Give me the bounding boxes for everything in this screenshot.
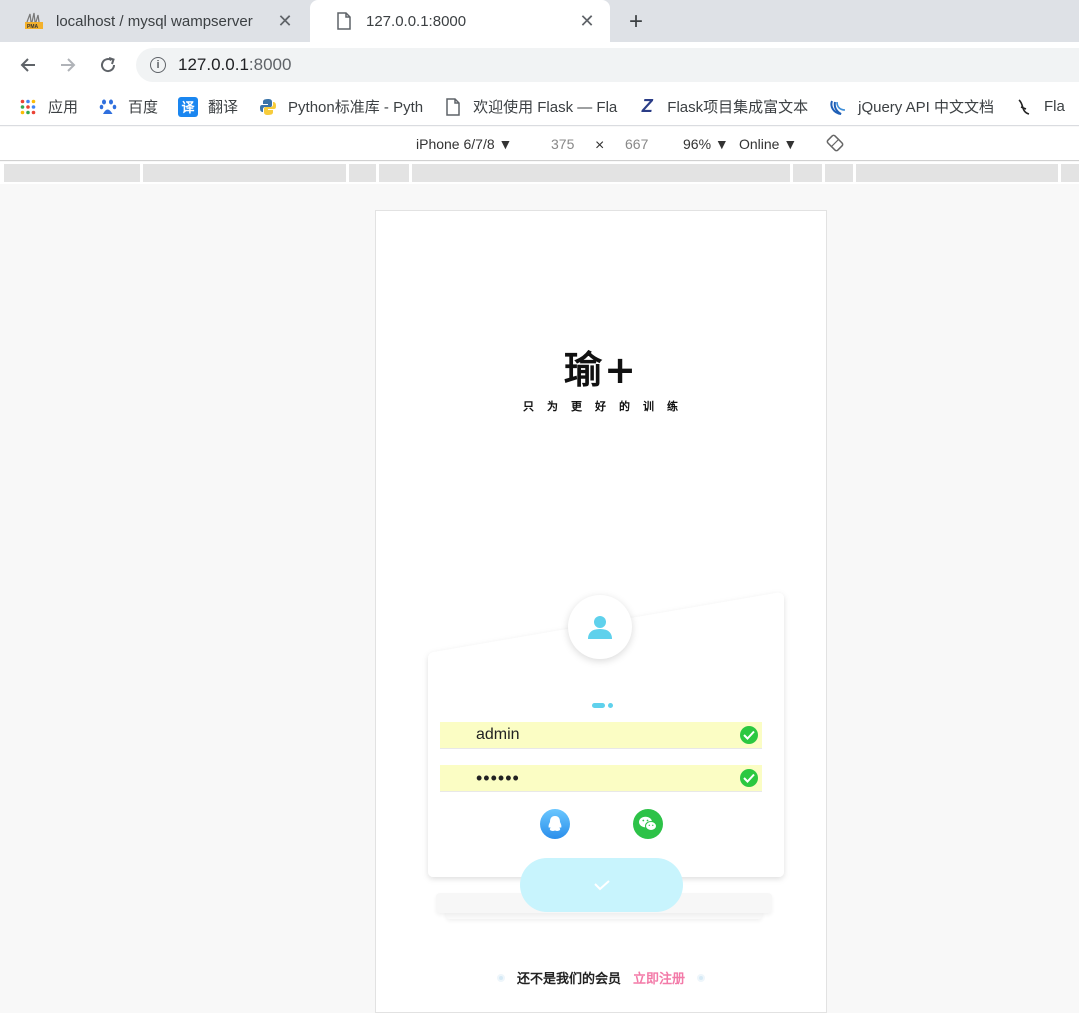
bookmark-flask-richtext[interactable]: Z Flask项目集成富文本 — [637, 96, 808, 117]
new-tab-button[interactable]: + — [622, 8, 650, 36]
media-query-segment[interactable] — [793, 164, 822, 182]
valid-check-icon — [740, 769, 758, 787]
bookmark-flask-welcome[interactable]: 欢迎使用 Flask — Fla — [443, 96, 617, 117]
bookmark-label: Python标准库 - Pyth — [288, 99, 424, 116]
register-prompt: 还不是我们的会员 立即注册 — [376, 968, 826, 987]
bookmark-label: Flask项目集成富文本 — [667, 99, 809, 116]
baidu-paw-icon — [98, 97, 118, 117]
media-query-segment[interactable] — [412, 164, 790, 182]
jquery-icon — [828, 97, 848, 117]
dimension-times: × — [595, 137, 605, 154]
tab-title: localhost / mysql wampserver — [56, 12, 253, 30]
info-icon[interactable]: i — [150, 57, 166, 73]
address-bar[interactable]: i 127.0.0.1:8000 — [136, 48, 1079, 82]
media-query-segment[interactable] — [143, 164, 346, 182]
network-throttle-select[interactable]: Online ▼ — [739, 136, 797, 152]
svg-text:PMA: PMA — [27, 24, 39, 30]
user-icon — [588, 616, 612, 639]
bookmark-label: jQuery API 中文文档 — [858, 99, 994, 116]
forward-button[interactable] — [53, 50, 83, 80]
media-query-segment[interactable] — [825, 164, 853, 182]
media-query-segment[interactable] — [856, 164, 1058, 182]
login-submit-button[interactable] — [520, 858, 683, 912]
back-arrow-icon — [20, 58, 35, 72]
media-query-segment[interactable] — [1061, 164, 1079, 182]
register-link[interactable]: 立即注册 — [633, 968, 685, 987]
page-icon — [334, 11, 354, 31]
username-value: admin — [476, 726, 520, 743]
device-select[interactable]: iPhone 6/7/8 ▼ — [416, 136, 512, 152]
apps-grid-icon — [18, 97, 38, 117]
media-query-segment[interactable] — [379, 164, 409, 182]
media-query-segment[interactable] — [4, 164, 140, 182]
bookmark-translate[interactable]: 译 翻译 — [178, 96, 238, 117]
valid-check-icon — [740, 726, 758, 744]
flask-icon — [1014, 97, 1034, 117]
device-viewport: 瑜+ 只为更好的训练 admin •••••• 还不是我们的会员 立即注册 — [375, 210, 827, 1013]
media-query-bar — [0, 162, 1079, 184]
zblog-icon: Z — [641, 96, 653, 116]
qq-login-button[interactable] — [540, 809, 570, 839]
wechat-icon — [639, 816, 657, 831]
bookmark-label: Fla — [1044, 98, 1065, 115]
bookmarks-bar: 应用 百度 译 翻译 Python标准库 - Pyth 欢迎使用 Flask —… — [0, 88, 1079, 126]
forward-arrow-icon — [61, 58, 76, 72]
url-port: :8000 — [248, 55, 292, 74]
password-input[interactable]: •••••• — [440, 765, 762, 792]
reload-icon — [101, 57, 116, 73]
bookmark-label: 翻译 — [208, 99, 239, 116]
brand-slogan: 只为更好的训练 — [523, 401, 691, 413]
bookmark-label: 百度 — [128, 99, 159, 116]
phpmyadmin-icon: PMA — [24, 11, 44, 31]
tab-localhost-mysql[interactable]: PMA localhost / mysql wampserver ✕ — [0, 0, 308, 42]
brand-logo: 瑜+ — [564, 348, 638, 392]
bookmark-baidu[interactable]: 百度 — [98, 96, 158, 117]
bookmark-jquery[interactable]: jQuery API 中文文档 — [828, 96, 994, 117]
browser-toolbar: i 127.0.0.1:8000 — [0, 42, 1079, 88]
bookmark-apps[interactable]: 应用 — [18, 96, 78, 117]
qq-icon — [548, 816, 562, 831]
device-toolbar: iPhone 6/7/8 ▼ 375 × 667 96% ▼ Online ▼ — [0, 127, 1079, 161]
bookmark-label: 欢迎使用 Flask — Fla — [473, 99, 618, 116]
page-icon — [443, 97, 463, 117]
device-width-input[interactable]: 375 — [551, 136, 574, 152]
not-member-text: 还不是我们的会员 — [516, 971, 621, 986]
reload-button[interactable] — [93, 50, 123, 80]
bookmark-label: 应用 — [48, 99, 79, 116]
password-value: •••••• — [476, 767, 520, 788]
device-height-input[interactable]: 667 — [625, 136, 648, 152]
media-query-segment[interactable] — [349, 164, 376, 182]
checkmark-icon — [593, 880, 610, 891]
wechat-login-button[interactable] — [633, 809, 663, 839]
brand-header: 瑜+ 只为更好的训练 — [376, 339, 826, 414]
bookmark-flask[interactable]: Fla — [1014, 97, 1065, 117]
bookmark-python[interactable]: Python标准库 - Pyth — [258, 96, 423, 117]
tab-strip: PMA localhost / mysql wampserver ✕ 127.0… — [0, 0, 1079, 42]
user-avatar — [568, 595, 632, 659]
url-host: 127.0.0.1 — [178, 55, 249, 74]
close-tab-icon[interactable]: ✕ — [576, 10, 598, 32]
zoom-select[interactable]: 96% ▼ — [683, 136, 729, 152]
url-text: 127.0.0.1:8000 — [178, 55, 291, 75]
loading-dots-indicator — [592, 703, 614, 709]
back-button[interactable] — [13, 50, 43, 80]
tab-127-0-0-1[interactable]: 127.0.0.1:8000 ✕ — [310, 0, 610, 42]
decor-dot — [697, 973, 706, 982]
python-icon — [258, 97, 278, 117]
username-input[interactable]: admin — [440, 722, 762, 749]
tab-title: 127.0.0.1:8000 — [366, 12, 467, 30]
close-tab-icon[interactable]: ✕ — [274, 10, 296, 32]
decor-dot — [496, 973, 505, 982]
translate-icon: 译 — [178, 96, 199, 117]
rotate-icon[interactable] — [825, 133, 845, 156]
